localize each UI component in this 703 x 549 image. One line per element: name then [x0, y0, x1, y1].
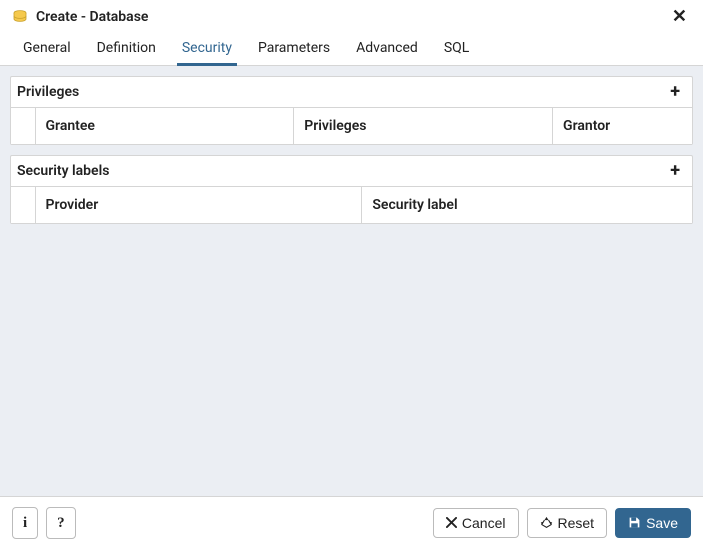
- info-icon: i: [23, 514, 27, 532]
- close-icon: [446, 517, 457, 528]
- cancel-label: Cancel: [462, 515, 506, 532]
- tab-parameters[interactable]: Parameters: [245, 32, 343, 65]
- cancel-button[interactable]: Cancel: [433, 508, 519, 539]
- privileges-col-grantee: Grantee: [35, 108, 294, 145]
- privileges-header: Privileges +: [11, 77, 692, 107]
- tab-bar: General Definition Security Parameters A…: [0, 32, 703, 66]
- add-privilege-button[interactable]: +: [666, 83, 684, 101]
- tab-definition[interactable]: Definition: [84, 32, 169, 65]
- security-labels-col-label: Security label: [362, 187, 692, 224]
- privileges-table: Grantee Privileges Grantor: [11, 107, 692, 144]
- security-labels-col-provider: Provider: [35, 187, 362, 224]
- security-labels-title: Security labels: [17, 163, 666, 179]
- tab-general[interactable]: General: [10, 32, 84, 65]
- save-button[interactable]: Save: [615, 508, 691, 539]
- close-icon[interactable]: ✕: [668, 8, 691, 26]
- save-icon: [628, 516, 641, 529]
- privileges-col-grantor: Grantor: [553, 108, 692, 145]
- info-button[interactable]: i: [12, 507, 38, 539]
- save-label: Save: [646, 515, 678, 532]
- titlebar: Create - Database ✕: [0, 0, 703, 32]
- reset-label: Reset: [558, 515, 595, 532]
- dialog-title: Create - Database: [36, 9, 660, 25]
- plus-icon: +: [670, 81, 680, 102]
- security-labels-table: Provider Security label: [11, 186, 692, 223]
- security-labels-actions-col: [11, 187, 35, 224]
- tab-sql[interactable]: SQL: [431, 32, 482, 65]
- privileges-actions-col: [11, 108, 35, 145]
- privileges-section: Privileges + Grantee Privileges Grantor: [10, 76, 693, 145]
- privileges-col-privileges: Privileges: [294, 108, 553, 145]
- help-button[interactable]: ?: [46, 507, 76, 539]
- add-security-label-button[interactable]: +: [666, 162, 684, 180]
- tab-content: Privileges + Grantee Privileges Grantor …: [0, 66, 703, 496]
- privileges-title: Privileges: [17, 84, 666, 100]
- database-icon: [12, 9, 28, 25]
- security-labels-header: Security labels +: [11, 156, 692, 186]
- reset-button[interactable]: Reset: [527, 508, 608, 539]
- security-labels-section: Security labels + Provider Security labe…: [10, 155, 693, 224]
- plus-icon: +: [670, 160, 680, 181]
- help-icon: ?: [57, 514, 65, 532]
- tab-advanced[interactable]: Advanced: [343, 32, 431, 65]
- tab-security[interactable]: Security: [169, 32, 245, 65]
- recycle-icon: [540, 516, 553, 529]
- dialog-footer: i ? Cancel Reset Save: [0, 496, 703, 549]
